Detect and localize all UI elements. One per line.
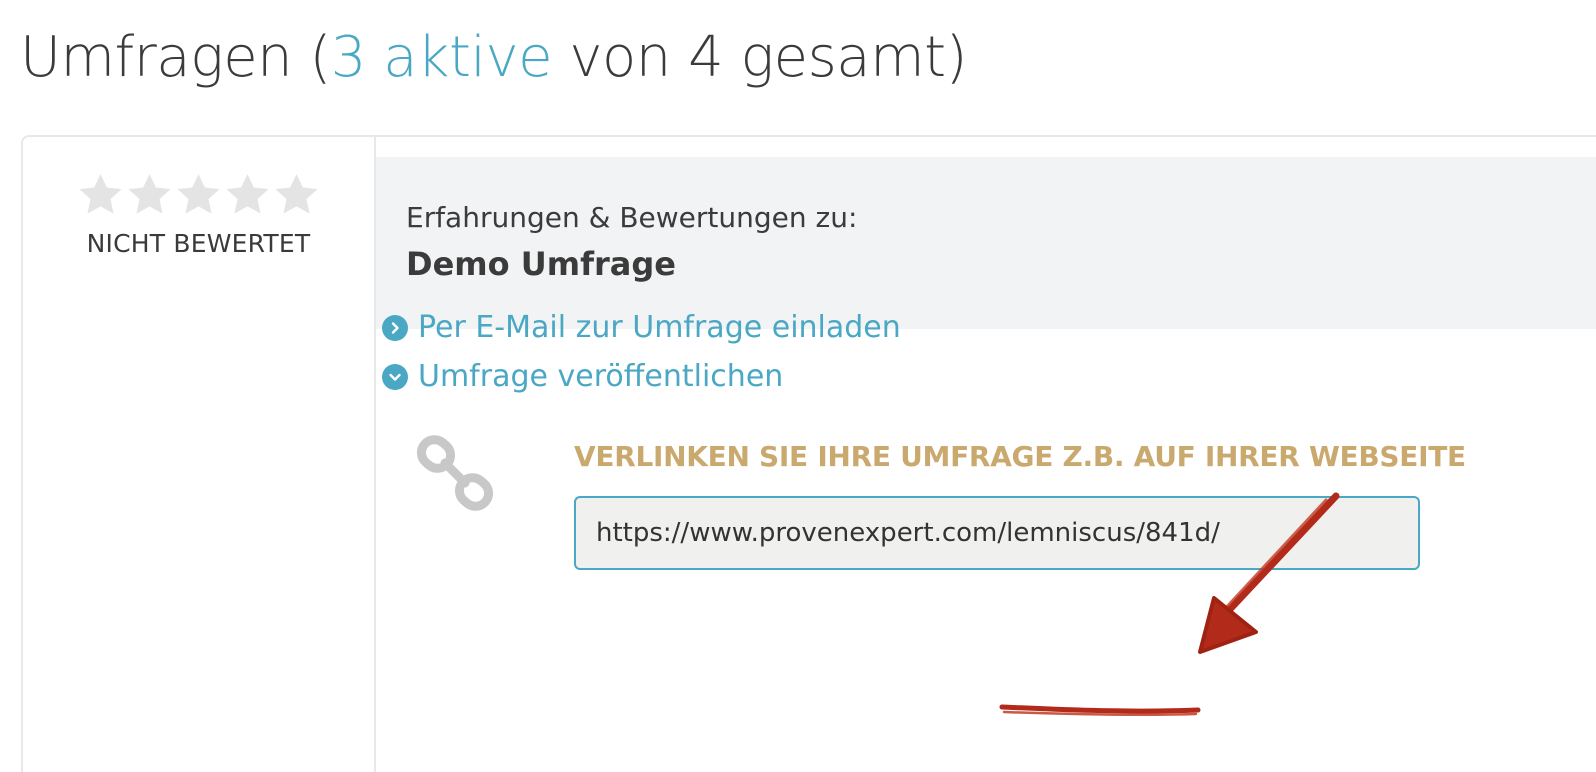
star-rating — [76, 171, 321, 220]
embed-heading: VERLINKEN SIE IHRE UMFRAGE Z.B. AUF IHRE… — [574, 440, 1466, 473]
email-invite-label: Per E-Mail zur Umfrage einladen — [418, 310, 901, 345]
survey-name: Demo Umfrage — [406, 245, 676, 283]
survey-intro: Erfahrungen & Bewertungen zu: — [406, 201, 858, 234]
star-icon — [128, 174, 171, 214]
link-chain-icon — [416, 435, 494, 511]
title-suffix: von 4 gesamt) — [552, 25, 967, 90]
chevron-down-circle-icon — [382, 363, 408, 390]
rating-status-label: NICHT BEWERTET — [86, 229, 311, 258]
star-icon — [275, 174, 318, 214]
active-surveys-link[interactable]: 3 aktive — [331, 25, 553, 90]
title-prefix: Umfragen ( — [20, 25, 331, 90]
page-title: Umfragen (3 aktive von 4 gesamt) — [20, 18, 967, 98]
publish-survey-link[interactable]: Umfrage veröffentlichen — [382, 359, 783, 394]
survey-page: Umfragen (3 aktive von 4 gesamt) NICHT B… — [0, 0, 1596, 772]
star-icon — [79, 174, 122, 214]
chevron-right-circle-icon — [382, 314, 408, 341]
star-icon — [177, 174, 220, 214]
survey-header: Erfahrungen & Bewertungen zu: Demo Umfra… — [376, 157, 1596, 329]
publish-label: Umfrage veröffentlichen — [418, 359, 784, 394]
survey-url-field[interactable] — [574, 496, 1420, 570]
rating-column: NICHT BEWERTET — [23, 137, 376, 772]
star-icon — [226, 174, 269, 214]
email-invite-link[interactable]: Per E-Mail zur Umfrage einladen — [382, 310, 901, 345]
